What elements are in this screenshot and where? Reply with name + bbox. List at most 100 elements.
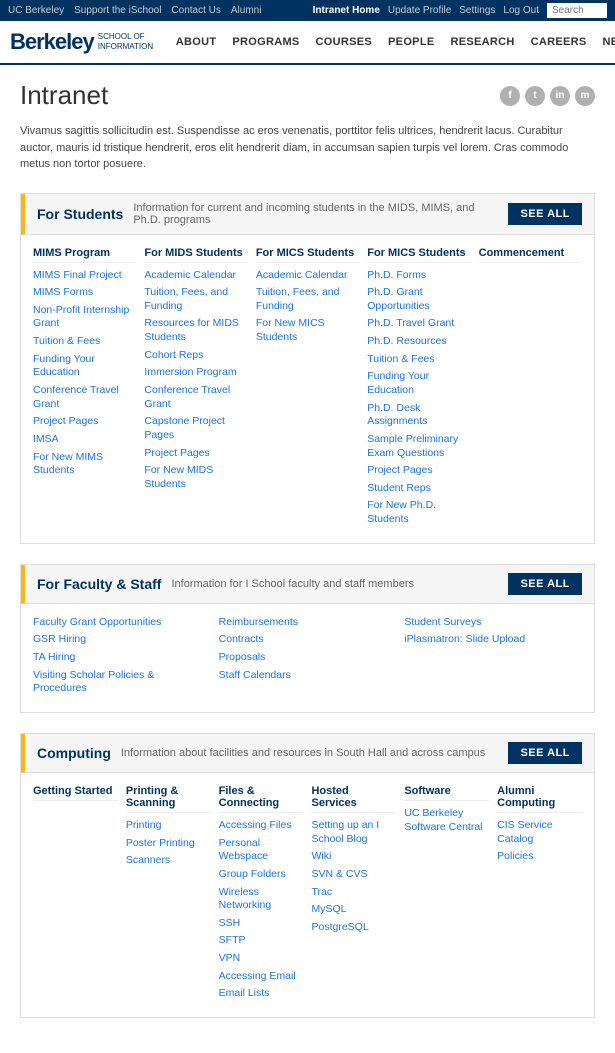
linkedin-icon[interactable]: in	[550, 86, 570, 106]
list-item[interactable]: MIMS Final Project	[33, 269, 136, 283]
list-item[interactable]: Personal Webspace	[219, 837, 304, 864]
list-item[interactable]: Project Pages	[367, 464, 470, 478]
list-item[interactable]: VPN	[219, 952, 304, 966]
col-getting-started: Getting Started	[33, 785, 118, 1005]
list-item[interactable]: Tuition, Fees, and Funding	[256, 286, 359, 313]
students-see-all-button[interactable]: SEE ALL	[508, 203, 582, 225]
list-item[interactable]: For New MIDS Students	[144, 464, 247, 491]
search-input[interactable]	[547, 3, 607, 18]
list-item[interactable]: Group Folders	[219, 868, 304, 882]
faculty-see-all-button[interactable]: SEE ALL	[508, 573, 582, 595]
list-item[interactable]: Conference Travel Grant	[144, 384, 247, 411]
list-item[interactable]: Visiting Scholar Policies & Procedures	[33, 669, 211, 696]
topbar-settings[interactable]: Settings	[459, 5, 495, 16]
list-item[interactable]: Resources for MIDS Students	[144, 317, 247, 344]
list-item[interactable]: TA Hiring	[33, 651, 211, 665]
list-item[interactable]: Ph.D. Desk Assignments	[367, 402, 470, 429]
list-item[interactable]: Tuition & Fees	[367, 353, 470, 367]
topbar-intranet-home[interactable]: Intranet Home	[313, 5, 380, 16]
list-item[interactable]: UC Berkeley Software Central	[404, 807, 489, 834]
col-hosted: Hosted Services Setting up an I School B…	[311, 785, 396, 1005]
list-item[interactable]: Accessing Files	[219, 819, 304, 833]
col-mids-list: Academic Calendar Tuition, Fees, and Fun…	[144, 269, 247, 492]
nav-news[interactable]: NEWS	[595, 22, 615, 62]
list-item[interactable]: Immersion Program	[144, 366, 247, 380]
list-item[interactable]: GSR Hiring	[33, 633, 211, 647]
list-item[interactable]: CIS Service Catalog	[497, 819, 582, 846]
topbar-alumni[interactable]: Alumni	[231, 5, 262, 16]
list-item[interactable]: Email Lists	[219, 987, 304, 1001]
list-item[interactable]: Ph.D. Grant Opportunities	[367, 286, 470, 313]
nav-people[interactable]: PEOPLE	[380, 22, 442, 62]
topbar-update-profile[interactable]: Update Profile	[388, 5, 451, 16]
list-item[interactable]: Non-Profit Internship Grant	[33, 304, 136, 331]
list-item[interactable]: PostgreSQL	[311, 921, 396, 935]
list-item[interactable]: Student Reps	[367, 482, 470, 496]
nav-careers[interactable]: CAREERS	[523, 22, 595, 62]
list-item[interactable]: Setting up an I School Blog	[311, 819, 396, 846]
col-mims-list: MIMS Final Project MIMS Forms Non-Profit…	[33, 269, 136, 478]
topbar-support[interactable]: Support the iSchool	[74, 5, 161, 16]
list-item[interactable]: Trac	[311, 886, 396, 900]
list-item[interactable]: Scanners	[126, 854, 211, 868]
list-item[interactable]: Academic Calendar	[144, 269, 247, 283]
list-item[interactable]: Ph.D. Travel Grant	[367, 317, 470, 331]
list-item[interactable]: Funding Your Education	[33, 353, 136, 380]
students-columns: MIMS Program MIMS Final Project MIMS For…	[33, 247, 582, 531]
mail-icon[interactable]: m	[575, 86, 595, 106]
list-item[interactable]: Cohort Reps	[144, 349, 247, 363]
list-item[interactable]: Faculty Grant Opportunities	[33, 616, 211, 630]
social-icons: f t in m	[500, 86, 595, 106]
logo-berkeley-text: Berkeley	[10, 29, 94, 55]
list-item[interactable]: Project Pages	[144, 447, 247, 461]
list-item[interactable]: Ph.D. Resources	[367, 335, 470, 349]
section-students-desc: Information for current and incoming stu…	[133, 202, 498, 226]
list-item[interactable]: Poster Printing	[126, 837, 211, 851]
list-item[interactable]: Funding Your Education	[367, 370, 470, 397]
twitter-icon[interactable]: t	[525, 86, 545, 106]
list-item[interactable]: Wireless Networking	[219, 886, 304, 913]
topbar-uc-berkeley[interactable]: UC Berkeley	[8, 5, 64, 16]
list-item[interactable]: SSH	[219, 917, 304, 931]
topbar-contact[interactable]: Contact Us	[171, 5, 220, 16]
list-item[interactable]: Reimbursements	[219, 616, 397, 630]
list-item[interactable]: Proposals	[219, 651, 397, 665]
list-item[interactable]: For New MICS Students	[256, 317, 359, 344]
list-item[interactable]: iPlasmatron: Slide Upload	[404, 633, 582, 647]
list-item[interactable]: IMSA	[33, 433, 136, 447]
nav-courses[interactable]: COURSES	[308, 22, 381, 62]
list-item[interactable]: SVN & CVS	[311, 868, 396, 882]
topbar-logout[interactable]: Log Out	[503, 5, 539, 16]
col-printing: Printing & Scanning Printing Poster Prin…	[126, 785, 211, 1005]
nav-programs[interactable]: PROGRAMS	[224, 22, 307, 62]
list-item[interactable]: Capstone Project Pages	[144, 415, 247, 442]
list-item[interactable]: SFTP	[219, 934, 304, 948]
list-item[interactable]: Student Surveys	[404, 616, 582, 630]
list-item[interactable]: MySQL	[311, 903, 396, 917]
list-item[interactable]: Printing	[126, 819, 211, 833]
main-nav: Berkeley SCHOOL OF INFORMATION ABOUT PRO…	[0, 21, 615, 65]
section-computing-header: Computing Information about facilities a…	[21, 734, 594, 773]
list-item[interactable]: For New MIMS Students	[33, 451, 136, 478]
list-item[interactable]: Conference Travel Grant	[33, 384, 136, 411]
list-item[interactable]: Sample Preliminary Exam Questions	[367, 433, 470, 460]
nav-research[interactable]: RESEARCH	[442, 22, 522, 62]
col-faculty-3-list: Student Surveys iPlasmatron: Slide Uploa…	[404, 616, 582, 647]
list-item[interactable]: Wiki	[311, 850, 396, 864]
list-item[interactable]: Tuition, Fees, and Funding	[144, 286, 247, 313]
list-item[interactable]: Contracts	[219, 633, 397, 647]
list-item[interactable]: Ph.D. Forms	[367, 269, 470, 283]
facebook-icon[interactable]: f	[500, 86, 520, 106]
computing-columns: Getting Started Printing & Scanning Prin…	[33, 785, 582, 1005]
list-item[interactable]: Accessing Email	[219, 970, 304, 984]
list-item[interactable]: Academic Calendar	[256, 269, 359, 283]
list-item[interactable]: Tuition & Fees	[33, 335, 136, 349]
list-item[interactable]: For New Ph.D. Students	[367, 499, 470, 526]
list-item[interactable]: Policies	[497, 850, 582, 864]
list-item[interactable]: Project Pages	[33, 415, 136, 429]
list-item[interactable]: MIMS Forms	[33, 286, 136, 300]
nav-about[interactable]: ABOUT	[168, 22, 225, 62]
computing-see-all-button[interactable]: SEE ALL	[508, 742, 582, 764]
list-item[interactable]: Staff Calendars	[219, 669, 397, 683]
col-software-header: Software	[404, 785, 489, 801]
